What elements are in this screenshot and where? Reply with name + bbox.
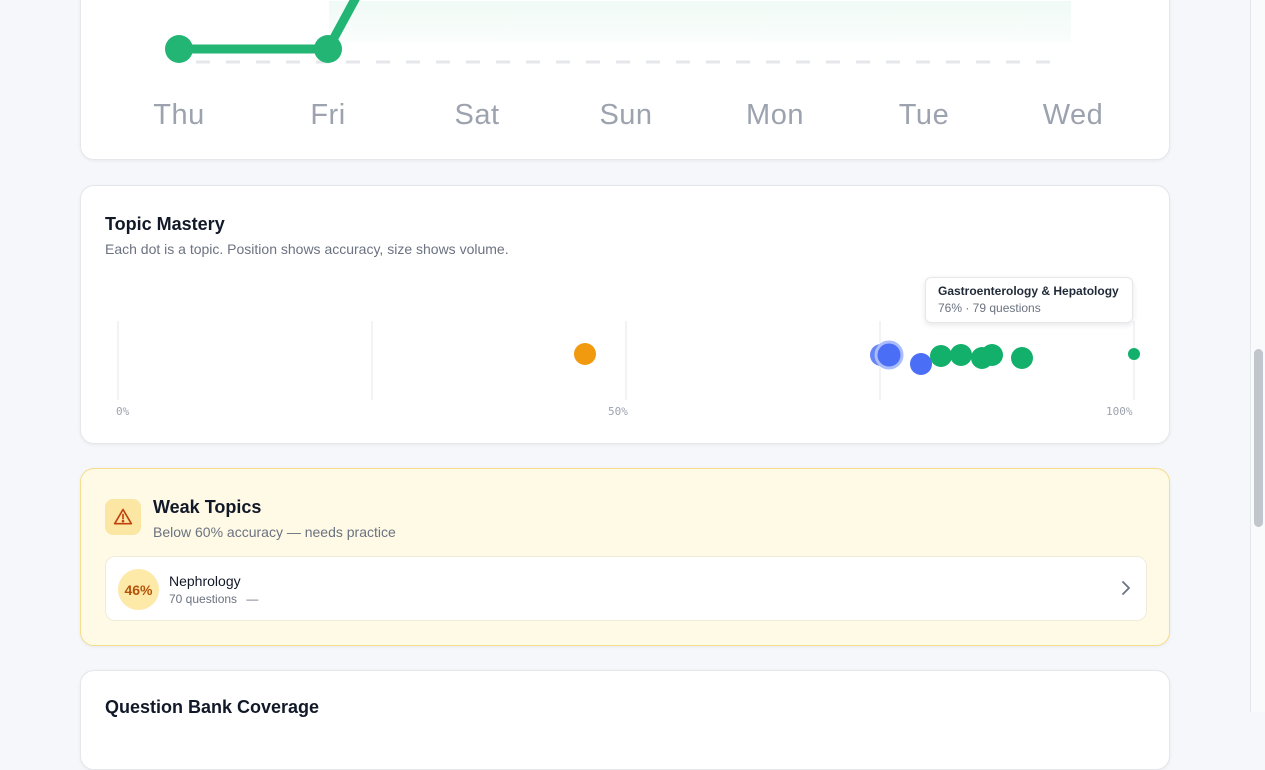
topic-mastery-card: Topic Mastery Each dot is a topic. Posit… bbox=[80, 185, 1170, 444]
scrollbar-thumb[interactable] bbox=[1254, 349, 1263, 527]
day-label-fri: Fri bbox=[310, 99, 346, 131]
weak-topics-title: Weak Topics bbox=[153, 497, 262, 517]
topic-tooltip: Gastroenterology & Hepatology 76% · 79 q… bbox=[925, 277, 1133, 323]
topic-dot-gastroenterology[interactable] bbox=[874, 340, 904, 370]
tooltip-detail: 76% · 79 questions bbox=[938, 301, 1041, 315]
activity-area-fill bbox=[329, 1, 1071, 43]
weak-topic-name: Nephrology bbox=[169, 573, 241, 589]
weak-topic-row[interactable]: 46% Nephrology 70 questions — bbox=[105, 556, 1147, 621]
day-label-sat: Sat bbox=[454, 99, 500, 131]
weak-topics-card: Weak Topics Below 60% accuracy — needs p… bbox=[80, 468, 1170, 646]
day-label-tue: Tue bbox=[898, 99, 950, 131]
weak-topics-subtitle: Below 60% accuracy — needs practice bbox=[153, 524, 396, 540]
chevron-right-icon bbox=[1122, 581, 1130, 595]
day-label-wed: Wed bbox=[1042, 99, 1104, 131]
topic-dot-green-1[interactable] bbox=[930, 345, 952, 367]
topic-dot-green-4[interactable] bbox=[981, 344, 1003, 366]
day-label-sun: Sun bbox=[599, 99, 653, 131]
warning-icon bbox=[105, 499, 141, 535]
accuracy-badge: 46% bbox=[118, 569, 159, 610]
activity-line-chart bbox=[165, 0, 1071, 64]
weak-topics-header: Weak Topics Below 60% accuracy — needs p… bbox=[153, 497, 396, 540]
page-scrollbar[interactable] bbox=[1250, 0, 1265, 712]
day-label-mon: Mon bbox=[746, 99, 804, 131]
axis-label-100: 100% bbox=[1106, 405, 1133, 418]
question-bank-title: Question Bank Coverage bbox=[105, 697, 320, 717]
question-bank-card: Question Bank Coverage bbox=[80, 670, 1170, 770]
topic-dot-blue-2[interactable] bbox=[910, 353, 932, 375]
axis-label-0: 0% bbox=[116, 405, 130, 418]
activity-chart-card: Thu Fri Sat Sun Mon Tue Wed bbox=[80, 0, 1170, 160]
tooltip-title: Gastroenterology & Hepatology bbox=[938, 284, 1119, 298]
topic-dot-green-2[interactable] bbox=[950, 344, 972, 366]
day-label-thu: Thu bbox=[153, 99, 205, 131]
axis-label-50: 50% bbox=[608, 405, 628, 418]
weak-topic-questions: 70 questions bbox=[169, 592, 238, 606]
activity-point-fri bbox=[314, 35, 342, 63]
weak-topic-trend: — bbox=[246, 592, 259, 606]
topic-dot-nephrology[interactable] bbox=[574, 343, 596, 365]
topic-dot-green-6[interactable] bbox=[1128, 348, 1140, 360]
weak-topic-meta: 70 questions — bbox=[169, 592, 258, 606]
topic-dot-green-5[interactable] bbox=[1011, 347, 1033, 369]
activity-point-thu bbox=[165, 35, 193, 63]
